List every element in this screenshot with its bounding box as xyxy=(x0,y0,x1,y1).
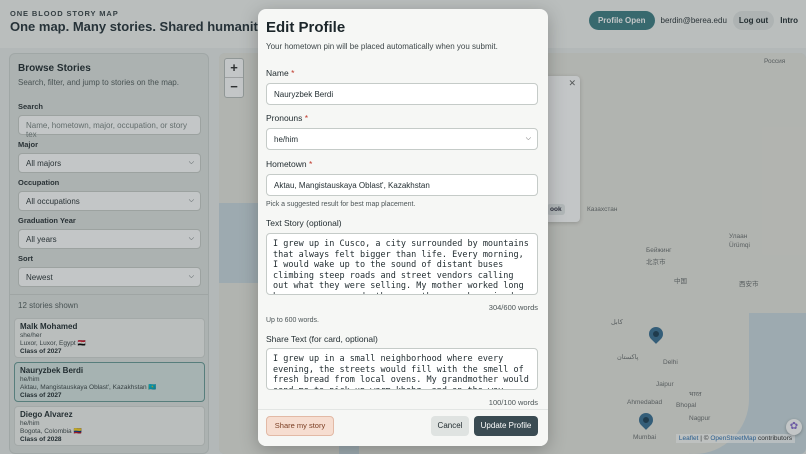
pronouns-select[interactable]: he/him ⌵ xyxy=(266,128,538,150)
name-label-text: Name xyxy=(266,68,289,78)
pronouns-label-text: Pronouns xyxy=(266,113,303,123)
pronouns-value: he/him xyxy=(274,135,299,144)
modal-footer: Share my story Cancel Update Profile xyxy=(258,409,548,446)
pronouns-label: Pronouns * xyxy=(266,113,308,123)
name-label: Name * xyxy=(266,68,294,78)
share-textarea[interactable]: I grew up in a small neighborhood where … xyxy=(266,348,538,390)
required-marker: * xyxy=(304,113,309,123)
story-hint: Up to 600 words. xyxy=(266,317,319,324)
hometown-field[interactable]: Aktau, Mangistauskaya Oblast', Kazakhsta… xyxy=(266,174,538,196)
hometown-hint: Pick a suggested result for best map pla… xyxy=(266,201,416,208)
share-label: Share Text (for card, optional) xyxy=(266,334,378,344)
modal-title: Edit Profile xyxy=(266,19,346,36)
cancel-button[interactable]: Cancel xyxy=(431,416,469,436)
edit-profile-modal: Edit Profile Your hometown pin will be p… xyxy=(258,9,548,446)
name-field[interactable]: Nauryzbek Berdi xyxy=(266,83,538,105)
required-marker: * xyxy=(291,68,295,78)
required-marker: * xyxy=(309,159,313,169)
chevron-down-icon: ⌵ xyxy=(525,135,531,142)
hometown-label-text: Hometown xyxy=(266,159,307,169)
share-story-button[interactable]: Share my story xyxy=(266,416,334,436)
update-profile-button[interactable]: Update Profile xyxy=(474,416,538,436)
story-word-count: 304/600 words xyxy=(488,303,538,312)
story-label: Text Story (optional) xyxy=(266,218,342,228)
modal-subtitle: Your hometown pin will be placed automat… xyxy=(266,42,498,51)
hometown-label: Hometown * xyxy=(266,159,312,169)
story-textarea[interactable]: I grew up in Cusco, a city surrounded by… xyxy=(266,233,538,295)
share-word-count: 100/100 words xyxy=(488,398,538,407)
